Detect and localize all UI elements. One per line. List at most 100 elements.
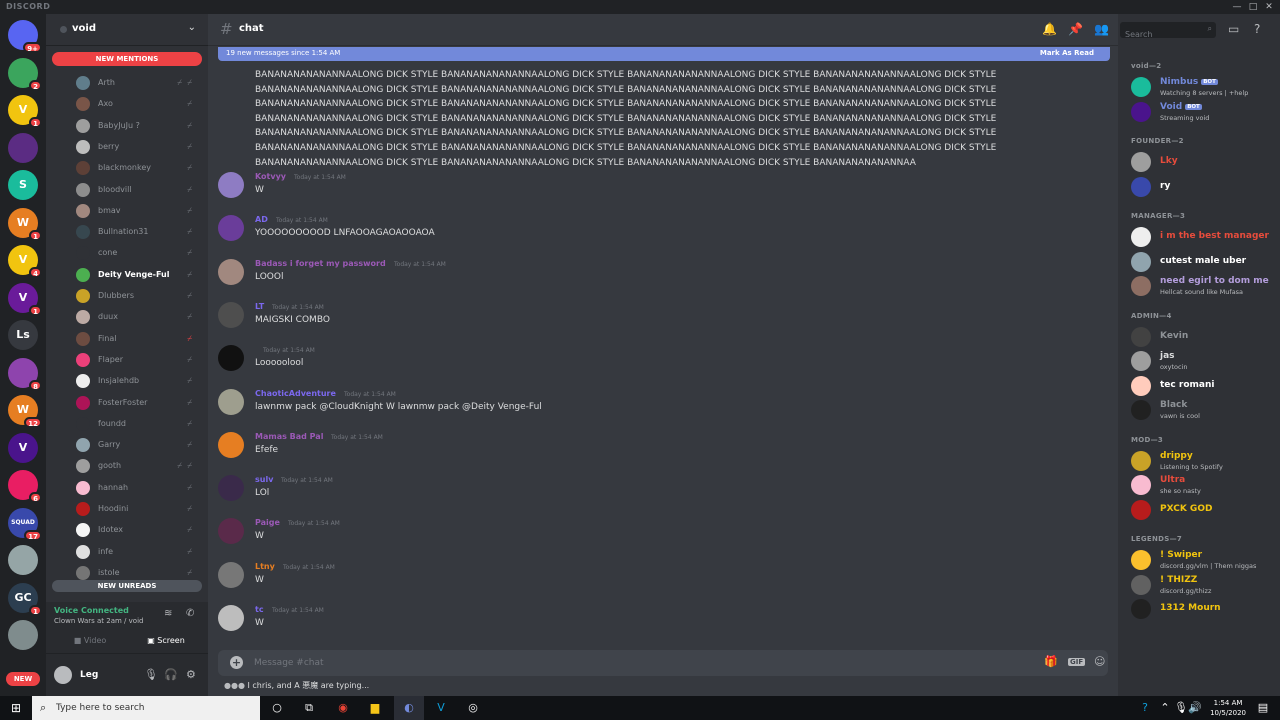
- voice-user[interactable]: Axo ⌿: [76, 95, 202, 115]
- message-author[interactable]: Ltny: [255, 562, 275, 571]
- members-icon[interactable]: 👥: [1094, 22, 1109, 36]
- server-icon[interactable]: 9+: [8, 20, 42, 53]
- voice-user[interactable]: foundd ⌿: [76, 415, 202, 435]
- message-author[interactable]: sulv: [255, 475, 273, 484]
- notifications-icon[interactable]: ▤: [1248, 696, 1278, 720]
- disconnect-icon[interactable]: ✆: [186, 608, 194, 619]
- message-item[interactable]: Ltny Today at 1:54 AM W: [218, 561, 1098, 602]
- gif-icon[interactable]: GIF: [1068, 658, 1086, 666]
- member-item[interactable]: Kevin: [1131, 326, 1271, 352]
- message-item[interactable]: Today at 1:54 AM Looooolool: [218, 345, 1098, 385]
- member-item[interactable]: ! Swiper discord.gg/vlm | Them niggas: [1131, 549, 1271, 575]
- voice-user[interactable]: blackmonkey ⌿: [76, 159, 202, 179]
- minimize-icon[interactable]: —: [1230, 0, 1244, 14]
- member-item[interactable]: ry: [1131, 176, 1271, 202]
- voice-user[interactable]: Insjalehdb ⌿: [76, 372, 202, 392]
- avatar[interactable]: [218, 518, 244, 545]
- member-item[interactable]: Nimbus BOT Watching 8 servers | +help: [1131, 76, 1271, 102]
- server-icon[interactable]: V1: [8, 95, 42, 128]
- avatar[interactable]: [218, 301, 244, 328]
- help-icon[interactable]: ?: [1254, 22, 1260, 36]
- voice-connected-status[interactable]: Voice Connected: [54, 606, 129, 615]
- screen-button[interactable]: ▣ Screen: [130, 632, 202, 650]
- message-author[interactable]: LT: [255, 302, 264, 311]
- chevron-down-icon[interactable]: ⌄: [188, 22, 196, 33]
- server-icon[interactable]: W 12: [8, 395, 42, 428]
- obs-icon[interactable]: ◎: [458, 696, 488, 720]
- server-icon[interactable]: GC 1: [8, 582, 42, 616]
- server-icon[interactable]: SQUAD 17: [8, 507, 42, 541]
- voice-user[interactable]: Bullnation31 ⌿: [76, 223, 202, 243]
- voice-user[interactable]: Final ⌿: [76, 330, 202, 350]
- video-button[interactable]: ■ Video: [54, 632, 126, 650]
- server-icon[interactable]: [8, 620, 38, 650]
- server-icon[interactable]: [8, 545, 38, 575]
- voice-user[interactable]: hannah ⌿: [76, 479, 202, 499]
- pin-icon[interactable]: 📌: [1068, 22, 1083, 36]
- volume-icon[interactable]: 🔊: [1180, 696, 1210, 720]
- voice-user[interactable]: duux ⌿: [76, 308, 202, 328]
- message-author[interactable]: ChaoticAdventure: [255, 389, 336, 398]
- new-mentions-pill[interactable]: NEW MENTIONS: [52, 52, 202, 66]
- search-input[interactable]: [1120, 26, 1200, 43]
- member-item[interactable]: 1312 Mourn: [1131, 598, 1271, 624]
- server-icon[interactable]: Ls: [8, 320, 38, 350]
- avatar[interactable]: [218, 258, 244, 285]
- voice-user[interactable]: Hoodini ⌿: [76, 500, 202, 520]
- emoji-icon[interactable]: ☺: [1094, 655, 1105, 668]
- inbox-icon[interactable]: ▭: [1228, 22, 1239, 36]
- message-item[interactable]: Paige Today at 1:54 AM W: [218, 518, 1098, 558]
- voice-user[interactable]: BabyJuJu ? ⌿: [76, 117, 202, 137]
- message-item[interactable]: ChaoticAdventure Today at 1:54 AM lawnmw p…: [218, 388, 1098, 429]
- chrome-icon[interactable]: ◉: [328, 696, 358, 720]
- server-icon[interactable]: 2: [8, 57, 42, 91]
- windows-start-icon[interactable]: ⊞: [0, 696, 32, 720]
- member-item[interactable]: cutest male uber: [1131, 251, 1271, 277]
- message-input[interactable]: [254, 655, 954, 671]
- member-item[interactable]: drippy Listening to Spotify: [1131, 450, 1271, 476]
- message-author[interactable]: Mamas Bad Pal: [255, 432, 323, 441]
- message-item[interactable]: Kotvyy Today at 1:54 AM W: [218, 172, 1098, 212]
- avatar[interactable]: [218, 431, 244, 458]
- server-icon[interactable]: S: [8, 170, 38, 200]
- message-author[interactable]: AD: [255, 215, 268, 224]
- avatar[interactable]: [218, 475, 244, 502]
- server-icon[interactable]: V1: [8, 282, 42, 316]
- cortana-icon[interactable]: ○: [262, 696, 292, 720]
- voice-user[interactable]: bmav ⌿: [76, 202, 202, 222]
- member-item[interactable]: Lky: [1131, 151, 1271, 177]
- avatar[interactable]: [218, 605, 244, 631]
- maximize-icon[interactable]: □: [1246, 0, 1260, 14]
- message-author[interactable]: Badass i forget my password: [255, 259, 386, 268]
- server-icon[interactable]: W1: [8, 207, 42, 241]
- message-item[interactable]: tc Today at 1:54 AM W: [218, 605, 1098, 645]
- message-item[interactable]: LT Today at 1:54 AM MAIGSKI COMBO: [218, 301, 1098, 342]
- server-icon[interactable]: [8, 132, 38, 163]
- member-item[interactable]: Void BOT Streaming void: [1131, 101, 1271, 127]
- server-icon[interactable]: V: [8, 432, 38, 463]
- message-author[interactable]: Paige: [255, 518, 280, 527]
- discord-taskbar-icon[interactable]: ◐: [394, 696, 424, 720]
- new-unreads-pill[interactable]: NEW UNREADS: [52, 580, 202, 592]
- member-item[interactable]: need egirl to dom me Hellcat sound like M…: [1131, 275, 1271, 301]
- headphones-icon[interactable]: 🎧: [164, 668, 178, 681]
- message-item[interactable]: Mamas Bad Pal Today at 1:54 AM Efefe: [218, 431, 1098, 472]
- gear-icon[interactable]: ⚙: [186, 668, 196, 681]
- member-item[interactable]: i m the best manager: [1131, 226, 1271, 252]
- avatar[interactable]: [54, 666, 72, 684]
- voice-user[interactable]: bloodvill ⌿: [76, 181, 202, 201]
- mark-as-read-button[interactable]: Mark As Read: [1040, 49, 1094, 57]
- close-icon[interactable]: ✕: [1262, 0, 1276, 14]
- voice-user[interactable]: FosterFoster ⌿: [76, 394, 202, 414]
- new-servers-pill[interactable]: NEW: [6, 672, 40, 686]
- server-icon[interactable]: 6: [8, 470, 42, 503]
- member-item[interactable]: Black vawn is cool: [1131, 399, 1271, 425]
- member-item[interactable]: jas oxytocin: [1131, 350, 1271, 376]
- member-item[interactable]: PXCK GOD: [1131, 499, 1271, 525]
- voice-user[interactable]: Deity Venge-Ful ⌿: [76, 266, 202, 286]
- new-messages-bar[interactable]: 19 new messages since 1:54 AM Mark As Re…: [218, 47, 1110, 61]
- clock[interactable]: 1:54 AM 10/5/2020: [1210, 698, 1246, 718]
- server-icon[interactable]: 8: [8, 357, 42, 391]
- voice-user[interactable]: Garry ⌿: [76, 436, 202, 456]
- avatar[interactable]: [218, 388, 244, 415]
